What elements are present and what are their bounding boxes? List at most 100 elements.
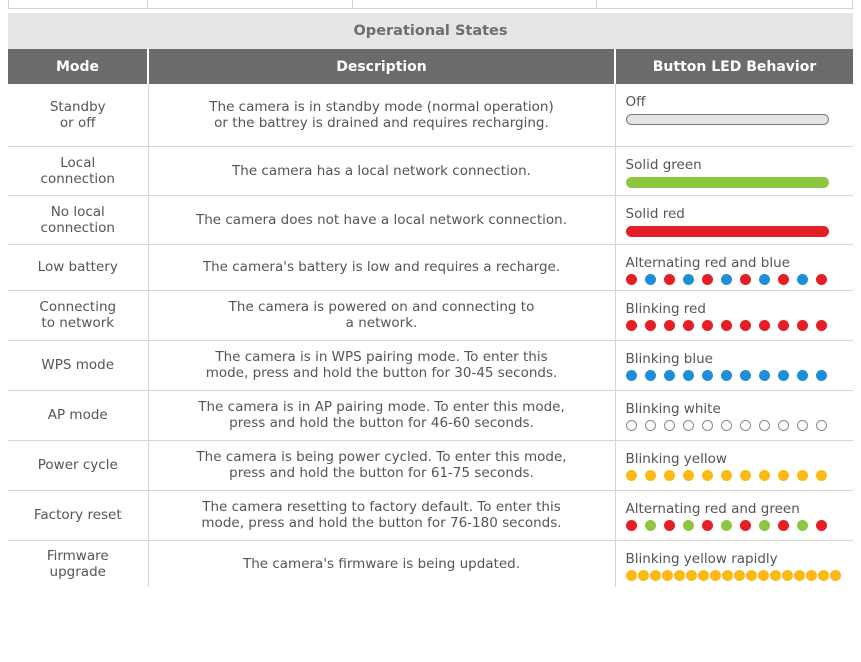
led-dot-icon <box>733 569 745 581</box>
led-dot-icon <box>815 369 827 381</box>
led-dot-icon <box>682 419 694 431</box>
led-behavior-label: Off <box>625 94 646 110</box>
description-cell: The camera is powered on and connecting … <box>148 290 616 341</box>
table-row: Low battery The camera's battery is low a… <box>8 244 854 291</box>
led-bar-icon <box>625 176 829 188</box>
led-dot-sequence <box>625 419 854 434</box>
mode-cell: Local connection <box>8 146 149 196</box>
column-divider <box>596 0 597 9</box>
mode-text: Low battery <box>37 259 118 275</box>
led-dot-icon <box>777 469 789 481</box>
led-dot-icon <box>682 273 694 285</box>
column-divider <box>147 0 148 9</box>
operational-states-table: Operational States Mode Description Butt… <box>8 13 853 587</box>
led-dot-icon <box>796 519 808 531</box>
led-dot-icon <box>663 419 675 431</box>
led-dots <box>625 419 854 431</box>
led-dot-icon <box>817 569 829 581</box>
table-body: Standby or off The camera is in standby mo… <box>8 84 853 587</box>
led-dot-icon <box>682 369 694 381</box>
description-cell: The camera is in standby mode (normal op… <box>148 84 616 147</box>
led-dot-icon <box>682 519 694 531</box>
description-text: The camera is in AP pairing mode. To ent… <box>198 399 565 415</box>
led-dot-icon <box>644 273 656 285</box>
mode-text: upgrade <box>49 563 106 580</box>
led-dot-sequence <box>625 519 854 534</box>
led-dot-icon <box>777 519 789 531</box>
mode-text: Standby <box>49 98 106 115</box>
led-dot-icon <box>649 569 661 581</box>
description-cell: The camera's firmware is being updated. <box>148 540 616 587</box>
led-dot-icon <box>781 569 793 581</box>
led-behavior-cell: Blinking yellow <box>615 440 853 491</box>
mode-text: connection <box>40 170 115 187</box>
led-behavior-cell: Solid green <box>615 146 853 196</box>
led-behavior-label: Blinking blue <box>625 350 714 367</box>
mode-text: connection <box>40 219 115 236</box>
led-behavior-label: Blinking red <box>625 300 706 317</box>
mode-text: Power cycle <box>37 457 118 473</box>
description-text: or the battrey is drained and requires r… <box>214 114 549 131</box>
led-dot-icon <box>663 319 675 331</box>
led-dot-icon <box>663 273 675 285</box>
led-dot-icon <box>739 273 751 285</box>
mode-text: to network <box>41 315 115 331</box>
led-dot-icon <box>796 469 808 481</box>
led-dot-icon <box>758 419 770 431</box>
led-dot-icon <box>644 319 656 331</box>
led-dot-icon <box>777 273 789 285</box>
led-dots <box>625 569 854 581</box>
led-dot-icon <box>625 519 637 531</box>
column-header-mode: Mode <box>8 49 149 84</box>
led-dot-icon <box>625 369 637 381</box>
description-cell: The camera is in WPS pairing mode. To en… <box>148 340 616 391</box>
led-dot-sequence <box>625 319 854 334</box>
led-dot-icon <box>644 419 656 431</box>
led-dot-icon <box>815 273 827 285</box>
led-dot-icon <box>720 469 732 481</box>
led-dot-icon <box>815 469 827 481</box>
led-dot-icon <box>815 419 827 431</box>
description-cell: The camera does not have a local network… <box>148 195 616 245</box>
led-dot-icon <box>815 319 827 331</box>
table-row: Factory reset The camera resetting to fac… <box>8 490 854 541</box>
led-bar-icon <box>625 225 829 237</box>
column-header-led-behavior: Button LED Behavior <box>615 49 853 84</box>
led-behavior-label: Alternating red and green <box>625 500 800 517</box>
led-dot-icon <box>663 369 675 381</box>
led-dot-icon <box>720 273 732 285</box>
description-text: The camera is in standby mode (normal op… <box>209 98 554 115</box>
led-dot-icon <box>682 469 694 481</box>
mode-text: AP mode <box>47 407 108 423</box>
description-text: press and hold the button for 46-60 seco… <box>229 415 534 431</box>
led-behavior-cell: Blinking white <box>615 390 854 441</box>
led-behavior-label: Blinking yellow rapidly <box>625 550 778 567</box>
led-behavior-label: Solid red <box>625 205 685 222</box>
led-dot-icon <box>625 319 637 331</box>
led-dots <box>625 519 854 531</box>
led-dot-icon <box>777 319 789 331</box>
mode-cell: Factory reset <box>8 490 149 541</box>
led-behavior-label: Blinking yellow <box>625 450 727 467</box>
led-dot-icon <box>758 519 770 531</box>
led-dot-icon <box>757 569 769 581</box>
led-dot-icon <box>739 319 751 331</box>
led-dot-sequence <box>625 569 854 584</box>
led-dot-icon <box>701 469 713 481</box>
led-dot-icon <box>625 273 637 285</box>
description-text: The camera resetting to factory default.… <box>202 499 561 515</box>
led-dot-icon <box>685 569 697 581</box>
led-dot-sequence <box>625 273 854 288</box>
mode-cell: Connecting to network <box>8 290 149 341</box>
led-behavior-cell: Blinking yellow rapidly <box>615 540 853 587</box>
mode-text: Firmware <box>46 547 109 564</box>
led-dot-icon <box>796 273 808 285</box>
led-dot-icon <box>637 569 649 581</box>
mode-text: Connecting <box>39 299 117 315</box>
led-dot-icon <box>663 469 675 481</box>
led-indicator <box>625 225 854 239</box>
table-row: AP mode The camera is in AP pairing mode.… <box>8 390 854 441</box>
description-text: mode, press and hold the button for 76-1… <box>201 515 562 531</box>
led-dot-icon <box>644 519 656 531</box>
led-dot-sequence <box>625 369 854 384</box>
